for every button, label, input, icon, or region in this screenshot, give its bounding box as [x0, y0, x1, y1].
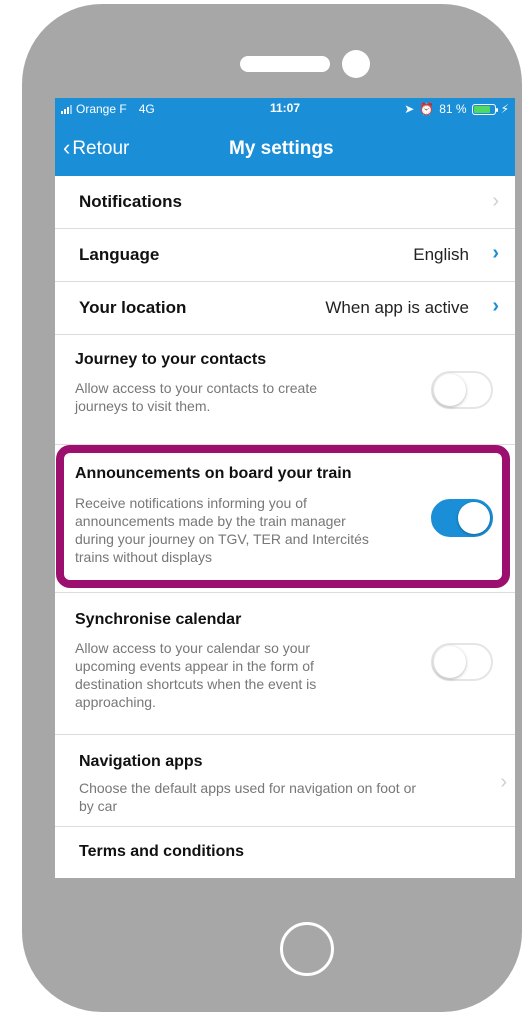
announcements-toggle[interactable] — [431, 499, 493, 537]
settings-row-navigation-apps[interactable]: Navigation apps Choose the default apps … — [55, 735, 515, 827]
page-title: My settings — [229, 138, 334, 159]
row-title: Journey to your contacts — [75, 351, 267, 368]
row-desc: during your journey on TGV, TER and Inte… — [75, 531, 369, 547]
nav-bar: ‹ Retour My settings — [55, 136, 515, 166]
row-desc: Receive notifications informing you of — [75, 495, 307, 511]
settings-row-notifications[interactable]: Notifications › — [55, 176, 515, 229]
front-camera — [342, 50, 370, 78]
chevron-right-icon: › — [500, 771, 507, 793]
chevron-right-icon: › — [492, 295, 499, 317]
charging-icon: ⚡ — [500, 102, 509, 116]
settings-row-announcements: Announcements on board your train Receiv… — [55, 445, 515, 593]
battery-percent: 81 % — [439, 102, 467, 116]
row-title: Terms and conditions — [79, 843, 245, 860]
contacts-toggle[interactable] — [431, 371, 493, 409]
row-desc: trains without displays — [75, 549, 212, 565]
row-desc: Choose the default apps used for navigat… — [79, 780, 417, 796]
row-title: Announcements on board your train — [75, 465, 352, 482]
row-title: Notifications — [79, 192, 182, 211]
row-desc: Allow access to your calendar so your — [75, 640, 310, 656]
app-header: Orange F 4G 11:07 ➤ ⏰ 81 % ⚡ ‹ Retour My… — [55, 98, 515, 176]
row-title: Your location — [79, 298, 187, 317]
back-button[interactable]: ‹ Retour — [63, 135, 130, 160]
speaker-grille — [240, 56, 330, 72]
row-desc: by car — [79, 798, 118, 814]
battery-icon — [471, 103, 498, 115]
back-label: Retour — [72, 138, 130, 159]
home-button[interactable] — [280, 922, 334, 976]
chevron-left-icon: ‹ — [63, 135, 71, 160]
row-desc: announcements made by the train manager — [75, 513, 346, 529]
row-desc: upcoming events appear in the form of — [75, 658, 314, 674]
location-value: When app is active — [325, 298, 469, 317]
row-desc: journeys to visit them. — [75, 398, 211, 414]
settings-row-calendar: Synchronise calendar Allow access to you… — [55, 593, 515, 735]
row-desc: destination shortcuts when the event is — [75, 676, 317, 692]
row-desc: approaching. — [75, 694, 156, 710]
settings-list: Notifications › Language English › Your … — [55, 176, 515, 878]
chevron-right-icon: › — [492, 190, 499, 212]
row-title: Language — [79, 245, 160, 264]
language-value: English — [413, 245, 469, 264]
settings-row-terms[interactable]: Terms and conditions — [55, 827, 515, 878]
settings-row-location[interactable]: Your location When app is active › — [55, 282, 515, 335]
row-title: Synchronise calendar — [75, 611, 242, 628]
settings-row-contacts: Journey to your contacts Allow access to… — [55, 335, 515, 445]
settings-row-language[interactable]: Language English › — [55, 229, 515, 282]
alarm-icon: ⏰ — [419, 102, 435, 116]
row-desc: Allow access to your contacts to create — [75, 380, 317, 396]
status-bar: Orange F 4G 11:07 ➤ ⏰ 81 % ⚡ — [55, 98, 515, 120]
chevron-right-icon: › — [492, 242, 499, 264]
location-arrow-icon: ➤ — [404, 102, 415, 116]
row-title: Navigation apps — [79, 753, 203, 770]
calendar-toggle[interactable] — [431, 643, 493, 681]
app-screen: Orange F 4G 11:07 ➤ ⏰ 81 % ⚡ ‹ Retour My… — [55, 98, 515, 878]
